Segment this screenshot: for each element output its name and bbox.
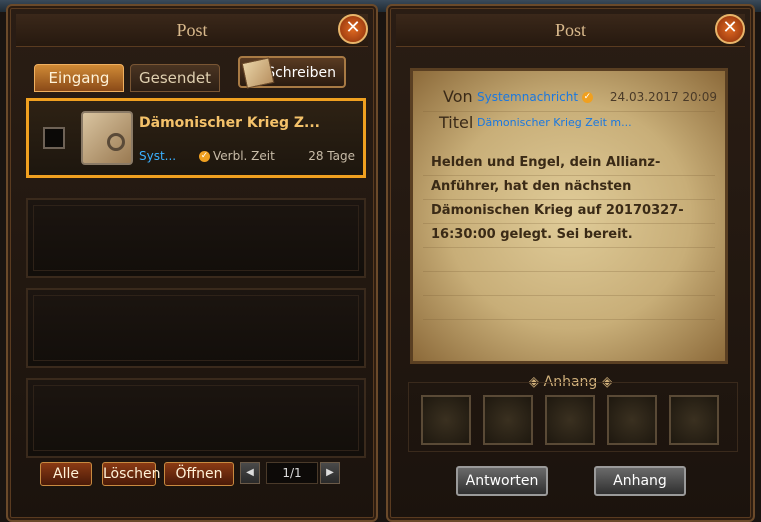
select-all-button[interactable]: Alle bbox=[40, 462, 92, 486]
mail-detail-panel: Post ✕ Von Systemnachricht ✓ 24.03.2017 … bbox=[386, 4, 755, 522]
letter-paper: Von Systemnachricht ✓ 24.03.2017 20:09 T… bbox=[410, 68, 728, 364]
panel-title: Post bbox=[176, 20, 208, 40]
panel-title: Post bbox=[554, 20, 587, 40]
title-bar: Post bbox=[16, 14, 368, 47]
from-value: Systemnachricht ✓ bbox=[477, 90, 596, 104]
attachment-area bbox=[408, 382, 738, 452]
from-sender: Systemnachricht bbox=[477, 90, 579, 104]
list-item bbox=[26, 378, 366, 458]
title-bar: Post bbox=[396, 14, 745, 47]
mail-list-panel: Post ✕ Eingang Gesendet Schreiben Dämoni… bbox=[6, 4, 378, 522]
from-label: Von bbox=[443, 87, 473, 106]
claim-attachment-button[interactable]: Anhang bbox=[594, 466, 686, 496]
write-button-label: Schreiben bbox=[266, 65, 336, 81]
remaining-time: ✓ Verbl. Zeit bbox=[199, 149, 275, 163]
attachment-slot[interactable] bbox=[421, 395, 471, 445]
page-indicator: 1/1 bbox=[266, 462, 318, 484]
attachment-slot[interactable] bbox=[669, 395, 719, 445]
select-checkbox[interactable] bbox=[43, 127, 65, 149]
tab-gesendet[interactable]: Gesendet bbox=[130, 64, 220, 92]
tab-eingang[interactable]: Eingang bbox=[34, 64, 124, 92]
list-item[interactable]: Dämonischer Krieg Z... Syst... ✓ Verbl. Z… bbox=[26, 98, 366, 178]
quill-scroll-icon bbox=[241, 57, 275, 89]
attachment-slot[interactable] bbox=[607, 395, 657, 445]
days-remaining: 28 Tage bbox=[308, 149, 355, 163]
prev-page-icon[interactable]: ◀ bbox=[240, 462, 260, 484]
remaining-label: Verbl. Zeit bbox=[213, 149, 275, 163]
attachment-slot[interactable] bbox=[545, 395, 595, 445]
list-item bbox=[26, 198, 366, 278]
next-page-icon[interactable]: ▶ bbox=[320, 462, 340, 484]
title-value: Dämonischer Krieg Zeit m... bbox=[477, 116, 632, 129]
reply-button[interactable]: Antworten bbox=[456, 466, 548, 496]
mail-body: Helden und Engel, dein Allianz-Anführer,… bbox=[431, 155, 684, 242]
open-button[interactable]: Öffnen bbox=[164, 462, 234, 486]
mail-date: 24.03.2017 20:09 bbox=[609, 90, 717, 104]
mail-sender: Syst... bbox=[139, 149, 177, 163]
check-badge-icon: ✓ bbox=[199, 151, 210, 162]
close-icon[interactable]: ✕ bbox=[715, 14, 745, 44]
close-icon[interactable]: ✕ bbox=[338, 14, 368, 44]
write-button[interactable]: Schreiben bbox=[238, 56, 346, 89]
delete-button[interactable]: Löschen bbox=[102, 462, 160, 486]
list-item bbox=[26, 288, 366, 368]
attachment-slot[interactable] bbox=[483, 395, 533, 445]
title-label: Titel bbox=[439, 113, 474, 132]
letter-icon bbox=[81, 111, 133, 165]
check-badge-icon: ✓ bbox=[581, 92, 593, 103]
mail-subject: Dämonischer Krieg Z... bbox=[139, 115, 320, 131]
